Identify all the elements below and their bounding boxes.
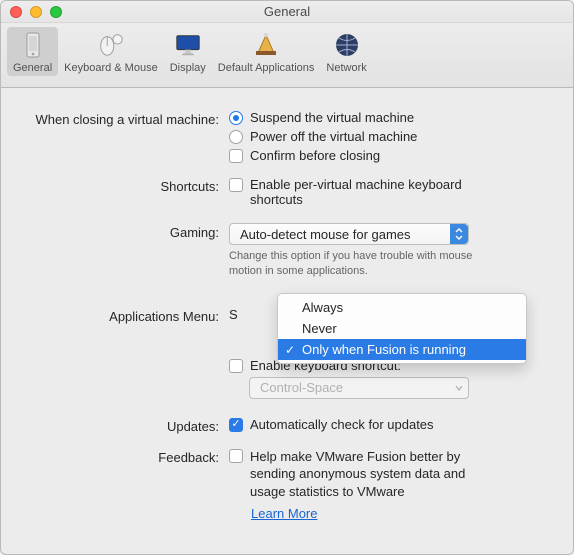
check-confirm-close[interactable]	[229, 149, 243, 163]
shortcuts-label: Shortcuts:	[29, 177, 229, 194]
radio-poweroff-label: Power off the virtual machine	[250, 129, 417, 144]
dropdown-option-only-running[interactable]: ✓Only when Fusion is running	[278, 339, 526, 360]
window-controls	[1, 6, 62, 18]
radio-suspend-label: Suspend the virtual machine	[250, 110, 414, 125]
phone-icon	[19, 31, 47, 59]
check-auto-updates-label: Automatically check for updates	[250, 417, 434, 432]
gaming-select-value: Auto-detect mouse for games	[240, 227, 411, 242]
check-enable-keyboard-shortcut[interactable]	[229, 359, 243, 373]
keyboard-shortcut-value: Control-Space	[260, 380, 343, 395]
chevron-down-icon	[450, 378, 468, 398]
zoom-window-button[interactable]	[50, 6, 62, 18]
dropdown-option-never[interactable]: Never	[278, 318, 526, 339]
close-vm-label: When closing a virtual machine:	[29, 110, 229, 127]
tab-label: General	[13, 62, 52, 74]
appmenu-label: Applications Menu:	[29, 307, 229, 324]
close-window-button[interactable]	[10, 6, 22, 18]
mouse-icon	[97, 31, 125, 59]
feedback-label: Feedback:	[29, 448, 229, 465]
tab-network[interactable]: Network	[320, 27, 372, 76]
updates-label: Updates:	[29, 417, 229, 434]
minimize-window-button[interactable]	[30, 6, 42, 18]
chevron-updown-icon	[450, 224, 468, 244]
tab-label: Default Applications	[218, 62, 315, 74]
check-icon: ✓	[285, 343, 295, 357]
radio-poweroff[interactable]	[229, 130, 243, 144]
tab-display[interactable]: Display	[164, 27, 212, 76]
content-area: When closing a virtual machine: Suspend …	[1, 88, 573, 554]
network-icon	[333, 31, 361, 59]
check-auto-updates[interactable]	[229, 418, 243, 432]
gaming-hint: Change this option if you have trouble w…	[229, 249, 489, 279]
keyboard-shortcut-select: Control-Space	[249, 377, 469, 399]
tab-default-applications[interactable]: Default Applications	[212, 27, 321, 76]
tab-label: Network	[326, 62, 366, 74]
gaming-label: Gaming:	[29, 223, 229, 240]
dropdown-option-always[interactable]: Always	[278, 297, 526, 318]
appmenu-select-truncated: S	[229, 307, 238, 322]
preferences-toolbar: General Keyboard & Mouse Display Default…	[1, 23, 573, 88]
tab-keyboard-mouse[interactable]: Keyboard & Mouse	[58, 27, 164, 76]
preferences-window: General General Keyboard & Mouse Display…	[0, 0, 574, 555]
display-icon	[174, 31, 202, 59]
tab-general[interactable]: General	[7, 27, 58, 76]
check-feedback[interactable]	[229, 449, 243, 463]
radio-suspend[interactable]	[229, 111, 243, 125]
check-feedback-label: Help make VMware Fusion better by sendin…	[250, 448, 500, 501]
learn-more-link[interactable]: Learn More	[251, 506, 317, 521]
titlebar: General	[1, 1, 573, 23]
tab-label: Display	[170, 62, 206, 74]
check-per-vm-shortcuts[interactable]	[229, 178, 243, 192]
tab-label: Keyboard & Mouse	[64, 62, 158, 74]
window-title: General	[1, 4, 573, 19]
apps-icon	[252, 31, 280, 59]
check-per-vm-shortcuts-label: Enable per-virtual machine keyboard shor…	[250, 177, 490, 207]
check-confirm-close-label: Confirm before closing	[250, 148, 380, 163]
appmenu-dropdown: Always Never ✓Only when Fusion is runnin…	[277, 293, 527, 364]
gaming-select[interactable]: Auto-detect mouse for games	[229, 223, 469, 245]
